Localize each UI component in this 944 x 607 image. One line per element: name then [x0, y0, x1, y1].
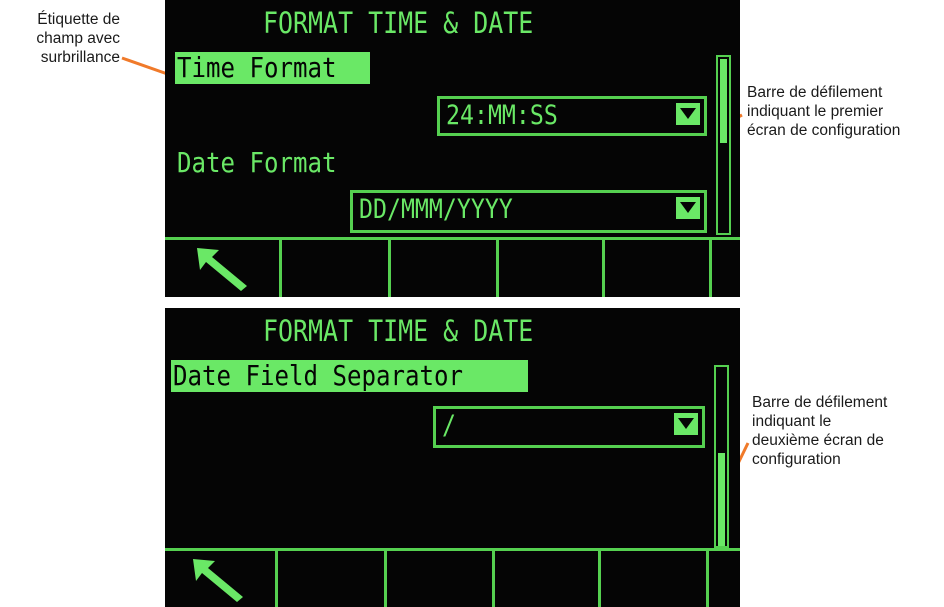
scrollbar-thumb[interactable]: [718, 453, 725, 546]
back-arrow-icon[interactable]: [191, 557, 247, 603]
field-label-text: Date Field Separator: [173, 359, 463, 392]
callout-text: surbrillance: [40, 49, 120, 66]
scrollbar[interactable]: [714, 365, 729, 548]
softkey-separator: [384, 548, 387, 607]
date-separator-dropdown[interactable]: /: [433, 406, 705, 448]
dropdown-value: /: [442, 410, 456, 441]
time-format-dropdown[interactable]: 24:MM:SS: [437, 96, 707, 136]
screen-title: FORMAT TIME & DATE: [263, 314, 534, 348]
callout-text: Étiquette de: [37, 11, 120, 28]
softkey-separator: [492, 548, 495, 607]
scrollbar-thumb[interactable]: [720, 59, 727, 143]
softkey-separator: [496, 237, 499, 297]
terminal-screen-2: FORMAT TIME & DATE Date Field Separator …: [165, 308, 740, 607]
triangle-down-icon[interactable]: [676, 197, 700, 219]
back-arrow-icon[interactable]: [195, 246, 251, 292]
terminal-screen-1: FORMAT TIME & DATE Time Format 24:MM:SS …: [165, 0, 740, 297]
softkey-separator: [709, 237, 712, 297]
callout-text: Barre de défilement: [752, 394, 888, 411]
callout-text: champ avec: [36, 30, 120, 47]
callout-text: indiquant le premier: [747, 103, 884, 120]
scrollbar[interactable]: [716, 55, 731, 235]
callout-text: écran de configuration: [747, 122, 901, 139]
field-label: Date Format: [177, 146, 337, 179]
triangle-down-icon[interactable]: [676, 103, 700, 125]
callout-text: deuxième écran de: [752, 432, 884, 449]
callout-text: Barre de défilement: [747, 84, 883, 101]
callout-text: configuration: [752, 451, 841, 468]
softkey-separator: [706, 548, 709, 607]
softkey-separator: [602, 237, 605, 297]
softkey-bar-divider: [165, 237, 740, 240]
softkey-separator: [388, 237, 391, 297]
screen-title: FORMAT TIME & DATE: [263, 6, 534, 40]
date-format-dropdown[interactable]: DD/MMM/YYYY: [350, 190, 707, 233]
callout-scrollbar-second: Barre de défilement indiquant le deuxièm…: [752, 393, 942, 469]
softkey-bar-divider: [165, 548, 740, 551]
softkey-separator: [279, 237, 282, 297]
softkey-separator: [275, 548, 278, 607]
dropdown-value: DD/MMM/YYYY: [359, 194, 513, 225]
field-label-text: Time Format: [177, 51, 337, 84]
callout-text: indiquant le: [752, 413, 832, 430]
callout-field-label: Étiquette de champ avec surbrillance: [0, 10, 120, 67]
softkey-separator: [598, 548, 601, 607]
callout-scrollbar-first: Barre de défilement indiquant le premier…: [747, 83, 944, 140]
triangle-down-icon[interactable]: [674, 413, 698, 435]
dropdown-value: 24:MM:SS: [446, 100, 558, 131]
field-label-highlighted[interactable]: Time Format: [175, 52, 370, 84]
field-label-highlighted[interactable]: Date Field Separator: [171, 360, 528, 392]
